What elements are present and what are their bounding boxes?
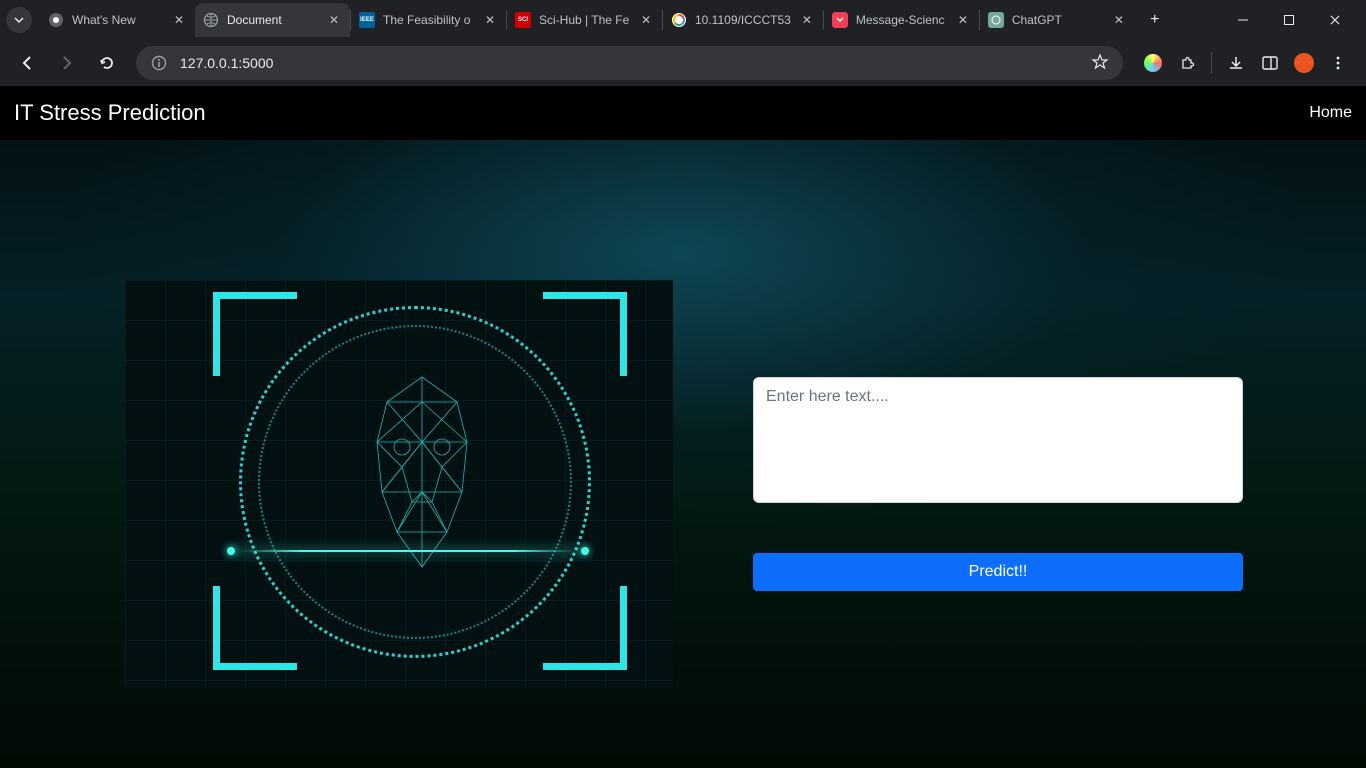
- tab-pocket[interactable]: Message-Scienc ✕: [824, 3, 979, 37]
- hero-section: Predict!!: [0, 140, 1366, 768]
- extension-icons: [1135, 52, 1356, 74]
- toolbar-separator: [1211, 52, 1212, 74]
- predict-button[interactable]: Predict!!: [753, 553, 1243, 591]
- forward-button[interactable]: [50, 46, 84, 80]
- side-panel-icon[interactable]: [1260, 53, 1280, 73]
- nav-home-link[interactable]: Home: [1309, 104, 1352, 122]
- face-scan-illustration: [125, 280, 673, 688]
- maximize-button[interactable]: [1266, 0, 1312, 40]
- tab-label: Message-Scienc: [856, 13, 947, 27]
- browser-tab-strip: What's New ✕ Document ✕ IEEE The Feasibi…: [0, 0, 1366, 40]
- tab-label: The Feasibility o: [383, 13, 474, 27]
- google-icon: [671, 12, 687, 28]
- arrow-left-icon: [18, 54, 36, 72]
- tab-label: What's New: [72, 13, 163, 27]
- close-icon[interactable]: ✕: [326, 12, 342, 28]
- tab-google[interactable]: 10.1109/ICCCT53 ✕: [663, 3, 823, 37]
- scan-frame-corner: [543, 292, 627, 376]
- tab-document[interactable]: Document ✕: [195, 3, 350, 37]
- scihub-icon: SCI: [515, 12, 531, 28]
- tab-ieee[interactable]: IEEE The Feasibility o ✕: [351, 3, 506, 37]
- tab-whats-new[interactable]: What's New ✕: [40, 3, 195, 37]
- chrome-menu-icon[interactable]: [1328, 53, 1348, 73]
- back-button[interactable]: [10, 46, 44, 80]
- face-mesh-icon: [357, 372, 487, 572]
- app-title: IT Stress Prediction: [14, 100, 206, 126]
- scan-frame-corner: [543, 586, 627, 670]
- tab-label: 10.1109/ICCCT53: [695, 13, 791, 27]
- pinwheel-extension-icon[interactable]: [1143, 53, 1163, 73]
- chevron-down-icon: [14, 15, 24, 25]
- chrome-icon: [48, 12, 64, 28]
- close-icon[interactable]: ✕: [482, 12, 498, 28]
- address-bar[interactable]: 127.0.0.1:5000: [136, 46, 1123, 80]
- tab-chatgpt[interactable]: ChatGPT ✕: [980, 3, 1135, 37]
- close-icon[interactable]: ✕: [638, 12, 654, 28]
- text-input[interactable]: [753, 377, 1243, 503]
- bookmark-star-icon[interactable]: [1091, 53, 1109, 74]
- chatgpt-icon: [988, 12, 1004, 28]
- ieee-icon: IEEE: [359, 12, 375, 28]
- profile-avatar-icon[interactable]: [1294, 53, 1314, 73]
- tab-label: Document: [227, 13, 318, 27]
- site-info-icon[interactable]: [150, 54, 168, 72]
- pocket-icon: [832, 12, 848, 28]
- new-tab-button[interactable]: +: [1141, 6, 1169, 34]
- close-icon[interactable]: ✕: [1111, 12, 1127, 28]
- app-header: IT Stress Prediction Home: [0, 86, 1366, 140]
- extensions-puzzle-icon[interactable]: [1177, 53, 1197, 73]
- prediction-form: Predict!!: [753, 280, 1246, 591]
- globe-icon: [203, 12, 219, 28]
- tab-label: Sci-Hub | The Fe: [539, 13, 630, 27]
- tab-scihub[interactable]: SCI Sci-Hub | The Fe ✕: [507, 3, 662, 37]
- scan-line: [231, 550, 585, 552]
- close-icon[interactable]: ✕: [799, 12, 815, 28]
- window-controls: [1220, 0, 1358, 40]
- minimize-button[interactable]: [1220, 0, 1266, 40]
- reload-icon: [98, 54, 116, 72]
- close-icon[interactable]: ✕: [171, 12, 187, 28]
- url-text: 127.0.0.1:5000: [180, 55, 1079, 71]
- arrow-right-icon: [58, 54, 76, 72]
- reload-button[interactable]: [90, 46, 124, 80]
- tab-search-button[interactable]: [6, 7, 32, 33]
- close-icon[interactable]: ✕: [955, 12, 971, 28]
- downloads-icon[interactable]: [1226, 53, 1246, 73]
- page-viewport: IT Stress Prediction Home: [0, 86, 1366, 768]
- close-window-button[interactable]: [1312, 0, 1358, 40]
- browser-toolbar: 127.0.0.1:5000: [0, 40, 1366, 86]
- tab-label: ChatGPT: [1012, 13, 1103, 27]
